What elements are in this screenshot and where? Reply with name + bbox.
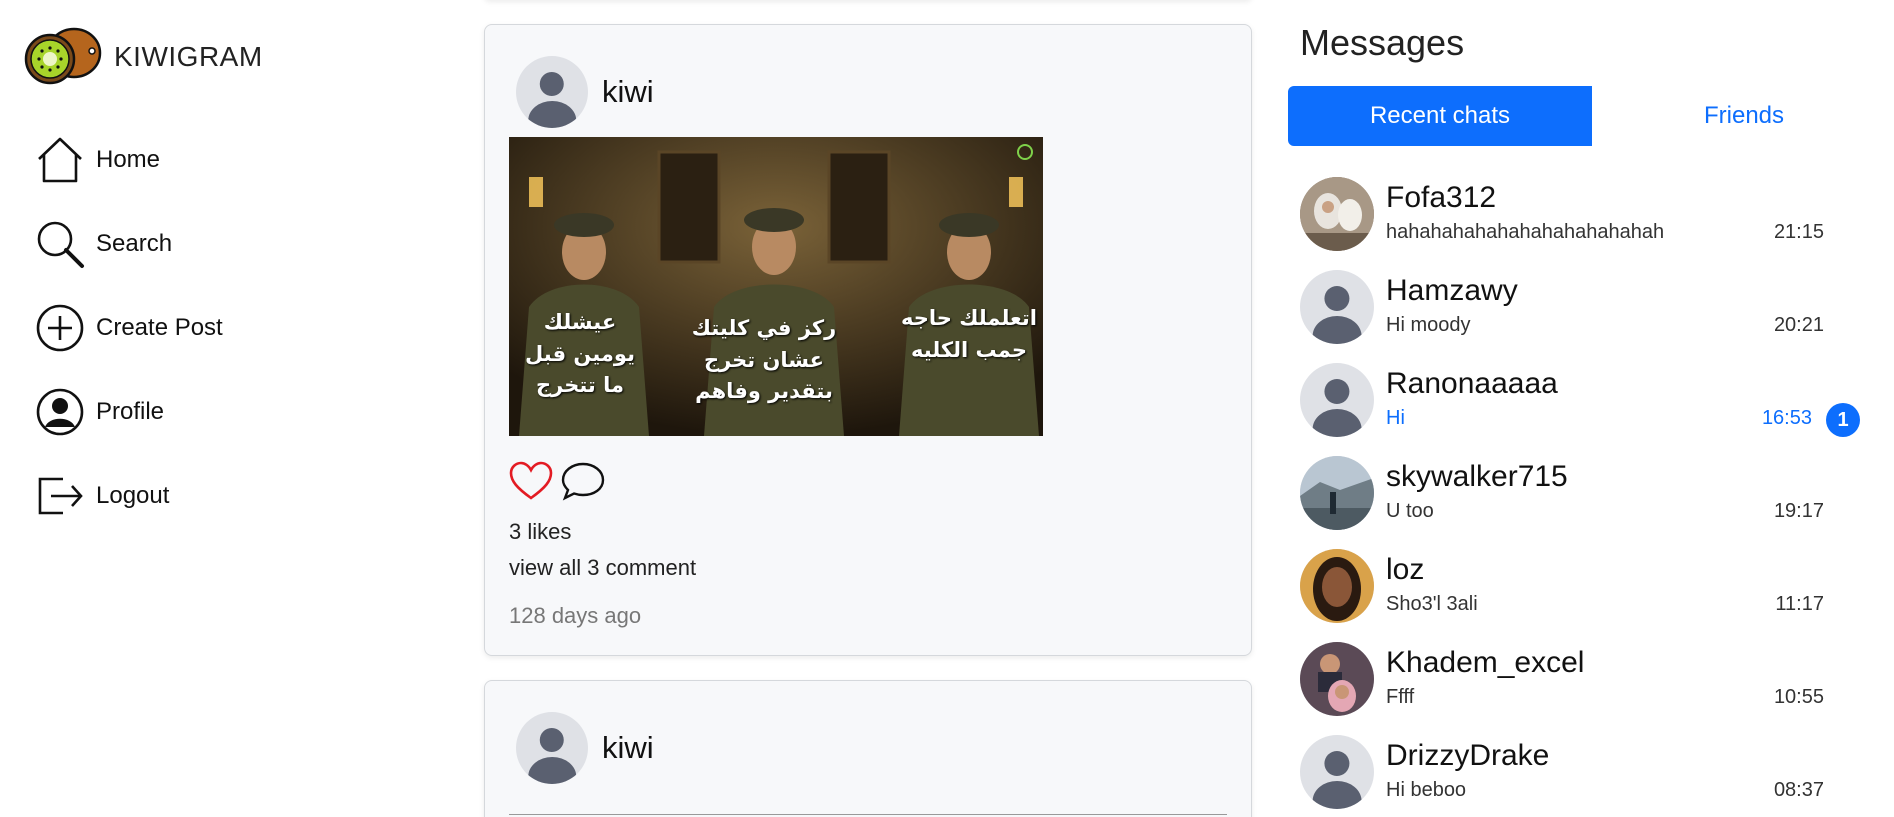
nav-label: Home [96, 146, 161, 173]
chat-item[interactable]: loz Sho3'l 3ali 11:17 [1300, 547, 1860, 640]
chat-item[interactable]: Hamzawy Hi moody 20:21 [1300, 268, 1860, 361]
chat-name: Ranonaaaaa [1386, 367, 1558, 400]
avatar [1300, 735, 1374, 809]
post-image[interactable]: عيشلك يومين قبل ما تتخرج ركز في كليتك عش… [509, 137, 1043, 436]
kiwi-logo-icon [24, 27, 102, 87]
chat-time: 20:21 [1773, 314, 1824, 336]
chat-name: Hamzawy [1386, 274, 1518, 307]
avatar [516, 56, 588, 128]
chat-name: loz [1386, 553, 1425, 586]
meme-caption-center: ركز في كليتك عشان تخرج بتقدير وفاهم [691, 316, 837, 403]
avatar [1300, 363, 1374, 437]
unread-badge: 1 [1826, 403, 1860, 437]
comment-bubble-icon[interactable] [561, 461, 607, 503]
chat-time: 21:15 [1773, 221, 1824, 243]
post-card: kiwi [484, 24, 1252, 656]
nav-label: Search [96, 230, 173, 257]
chat-name: Khadem_excel [1386, 646, 1585, 679]
chat-last-message: Hi moody [1386, 314, 1471, 336]
avatar [1300, 177, 1374, 251]
nav-label: Create Post [96, 314, 223, 341]
chat-item[interactable]: DrizzyDrake Hi beboo 08:37 [1300, 733, 1860, 817]
nav-item-search[interactable]: Search [34, 202, 223, 286]
nav-item-create-post[interactable]: Create Post [34, 286, 223, 370]
chat-time: 11:17 [1775, 593, 1824, 615]
chat-last-message: Ffff [1386, 686, 1415, 708]
chat-time: 16:53 [1761, 407, 1812, 429]
post-header[interactable]: kiwi [516, 712, 654, 784]
messages-title: Messages [1300, 22, 1465, 63]
avatar [516, 712, 588, 784]
nav-label: Logout [96, 482, 170, 509]
avatar [1300, 549, 1374, 623]
avatar [1300, 456, 1374, 530]
chat-item[interactable]: Fofa312 hahahahahahahahahahahahah 21:15 [1300, 175, 1860, 268]
sidebar-nav: Home Search Create Post Profile Logout [34, 118, 223, 538]
avatar [1300, 270, 1374, 344]
meme-caption-left: عيشلك يومين قبل ما تتخرج [525, 310, 635, 397]
chat-last-message: Hi [1386, 407, 1405, 429]
likes-count: 3 likes [509, 519, 572, 544]
tab-friends[interactable]: Friends [1592, 86, 1894, 146]
post-actions [509, 461, 613, 503]
chat-list: Fofa312 hahahahahahahahahahahahah 21:15 … [1300, 175, 1860, 817]
chat-last-message: hahahahahahahahahahahahah [1386, 221, 1665, 243]
post-image-top-edge [509, 814, 1227, 815]
post-card: kiwi [484, 680, 1252, 817]
chat-item[interactable]: skywalker715 U too 19:17 [1300, 454, 1860, 547]
chat-name: skywalker715 [1386, 460, 1568, 493]
meme-caption-right: اتعلملك حاجه جمب الكليه [901, 306, 1037, 362]
post-username[interactable]: kiwi [602, 730, 654, 766]
chat-time: 19:17 [1773, 500, 1824, 522]
chat-time: 10:55 [1773, 686, 1824, 708]
brand[interactable]: KIWIGRAM [24, 27, 263, 87]
nav-item-logout[interactable]: Logout [34, 454, 223, 538]
brand-name: KIWIGRAM [114, 41, 263, 72]
chat-item[interactable]: Khadem_excel Ffff 10:55 [1300, 640, 1860, 733]
tab-recent-chats[interactable]: Recent chats [1288, 86, 1592, 146]
view-comments-link[interactable]: view all 3 comment [509, 555, 696, 581]
post-username[interactable]: kiwi [602, 74, 654, 110]
chat-time: 08:37 [1773, 779, 1824, 801]
nav-item-home[interactable]: Home [34, 118, 223, 202]
post-header[interactable]: kiwi [516, 56, 654, 128]
plus-circle-icon [34, 302, 86, 354]
logout-icon [34, 470, 86, 522]
post-timestamp: 128 days ago [509, 603, 642, 628]
nav-item-profile[interactable]: Profile [34, 370, 223, 454]
chat-last-message: U too [1386, 500, 1434, 522]
chat-item[interactable]: Ranonaaaaa Hi 16:53 1 [1300, 361, 1860, 454]
chat-last-message: Hi beboo [1386, 779, 1467, 801]
avatar [1300, 642, 1374, 716]
like-heart-icon[interactable] [509, 461, 555, 503]
nav-label: Profile [96, 398, 165, 425]
user-circle-icon [34, 386, 86, 438]
home-icon [34, 134, 86, 186]
chat-name: DrizzyDrake [1386, 739, 1550, 772]
chat-name: Fofa312 [1386, 181, 1497, 214]
messages-tabs: Recent chats Friends [1288, 86, 1894, 146]
chat-last-message: Sho3'l 3ali [1386, 593, 1478, 615]
search-icon [34, 218, 86, 270]
